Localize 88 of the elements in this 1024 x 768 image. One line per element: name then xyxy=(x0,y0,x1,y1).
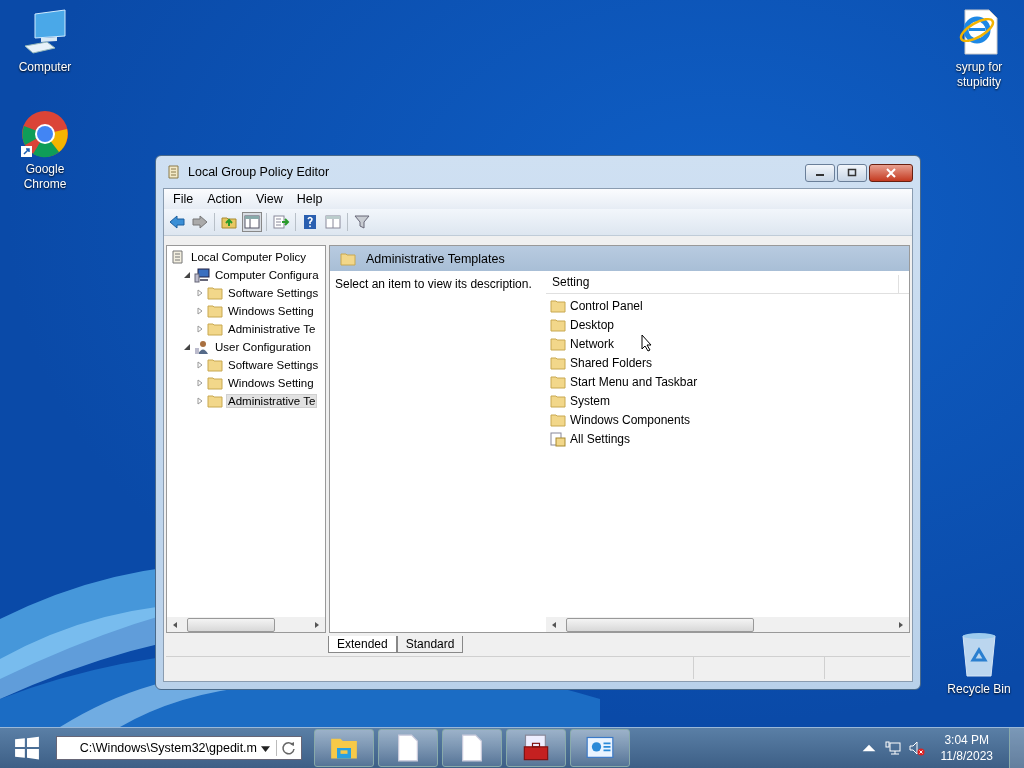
collapsed-arrow-icon[interactable] xyxy=(196,397,204,405)
computer-icon xyxy=(194,267,210,283)
taskbar-button[interactable] xyxy=(506,729,566,767)
collapsed-arrow-icon[interactable] xyxy=(196,289,204,297)
close-button[interactable] xyxy=(869,164,913,182)
list-item[interactable]: System xyxy=(570,393,610,408)
collapsed-arrow-icon[interactable] xyxy=(196,361,204,369)
folder-icon xyxy=(207,285,223,301)
address-field[interactable]: C:\Windows\System32\gpedit.m xyxy=(56,736,302,760)
clock[interactable]: 3:04 PM 11/8/2023 xyxy=(932,732,1001,764)
list-item[interactable]: Shared Folders xyxy=(570,355,653,370)
folder-icon xyxy=(207,303,223,319)
policy-icon xyxy=(170,249,186,265)
browser-icon[interactable] xyxy=(21,110,69,158)
menu-item[interactable]: Action xyxy=(200,192,249,206)
column-header[interactable]: Setting xyxy=(546,275,899,293)
folder-icon xyxy=(340,250,356,267)
taskbar-button[interactable] xyxy=(378,729,438,767)
tree-item[interactable]: Computer Configura xyxy=(213,268,321,282)
folder-icon xyxy=(207,357,223,373)
list-item[interactable]: Network xyxy=(570,336,614,351)
toolbox-icon xyxy=(522,734,550,762)
tree-item[interactable]: Windows Setting xyxy=(226,304,316,318)
pane-title: Administrative Templates xyxy=(366,251,505,266)
list-item[interactable]: Windows Components xyxy=(570,412,691,427)
scrollbar[interactable] xyxy=(546,617,909,632)
pane-toggle-icon[interactable] xyxy=(243,213,261,231)
user-icon xyxy=(194,339,210,355)
description-text: Select an item to view its description. xyxy=(335,277,532,291)
window-title: Local Group Policy Editor xyxy=(188,165,330,179)
menu-item[interactable]: Help xyxy=(289,192,330,206)
tree-item[interactable]: Administrative Te xyxy=(226,394,318,408)
collapsed-arrow-icon[interactable] xyxy=(196,325,204,333)
desktop-icon-label[interactable]: Computer xyxy=(10,60,80,75)
mouse-cursor-icon xyxy=(641,334,653,352)
tree-item[interactable]: Local Computer Policy xyxy=(189,250,309,264)
tree-item[interactable]: Software Settings xyxy=(226,286,321,300)
scroll-right-icon[interactable] xyxy=(897,620,905,629)
caret-icon[interactable] xyxy=(261,743,270,753)
folder-icon xyxy=(207,393,223,409)
taskbar-button[interactable] xyxy=(442,729,502,767)
tree-item[interactable]: Software Settings xyxy=(226,358,321,372)
view-tab[interactable]: Extended xyxy=(328,636,397,653)
desktop-icon-label[interactable]: Recycle Bin xyxy=(944,682,1014,697)
list-item[interactable]: Control Panel xyxy=(570,298,643,313)
folder-icon xyxy=(550,335,566,352)
tree-item[interactable]: Administrative Te xyxy=(226,322,318,336)
scrollbar[interactable] xyxy=(167,617,325,632)
folder-icon xyxy=(550,297,566,314)
folder-icon xyxy=(550,373,566,390)
menu-item[interactable]: View xyxy=(248,192,290,206)
folder-icon xyxy=(207,375,223,391)
list-item[interactable]: Desktop xyxy=(570,317,615,332)
folder-icon xyxy=(550,411,566,428)
scroll-left-icon[interactable] xyxy=(171,620,179,629)
start-button-icon[interactable] xyxy=(14,735,40,761)
folder-icon xyxy=(550,316,566,333)
close-icon xyxy=(886,168,896,178)
back-arrow-icon[interactable] xyxy=(168,213,186,231)
policy-icon xyxy=(166,164,182,180)
forward-arrow-icon[interactable] xyxy=(191,213,209,231)
minimize-button[interactable] xyxy=(805,164,835,182)
expanded-arrow-icon[interactable] xyxy=(183,343,191,351)
view-tab[interactable]: Standard xyxy=(396,636,464,653)
tree-item[interactable]: User Configuration xyxy=(213,340,313,354)
expanded-arrow-icon[interactable] xyxy=(183,271,191,279)
tree-item[interactable]: Windows Setting xyxy=(226,376,316,390)
settings-list-icon xyxy=(550,430,566,447)
folder-icon xyxy=(550,354,566,371)
desktop-icon-label[interactable]: syrup for stupidity xyxy=(944,60,1014,90)
collapsed-arrow-icon[interactable] xyxy=(196,379,204,387)
scroll-left-icon[interactable] xyxy=(550,620,558,629)
volume-muted-icon[interactable] xyxy=(908,740,925,756)
list-item[interactable]: Start Menu and Taskbar xyxy=(570,374,698,389)
help-icon[interactable] xyxy=(301,213,319,231)
collapsed-arrow-icon[interactable] xyxy=(196,307,204,315)
folder-icon xyxy=(550,392,566,409)
maximize-icon xyxy=(847,168,857,178)
menu-item[interactable]: File xyxy=(166,192,201,206)
network-icon[interactable] xyxy=(884,740,901,756)
desktop-icon-label[interactable]: Google Chrome xyxy=(10,162,80,192)
export-list-icon[interactable] xyxy=(272,213,290,231)
maximize-button[interactable] xyxy=(837,164,867,182)
filter-icon[interactable] xyxy=(353,213,371,231)
folder-icon xyxy=(207,321,223,337)
scroll-right-icon[interactable] xyxy=(313,620,321,629)
list-item[interactable]: All Settings xyxy=(570,431,631,446)
taskbar-button[interactable] xyxy=(570,729,630,767)
